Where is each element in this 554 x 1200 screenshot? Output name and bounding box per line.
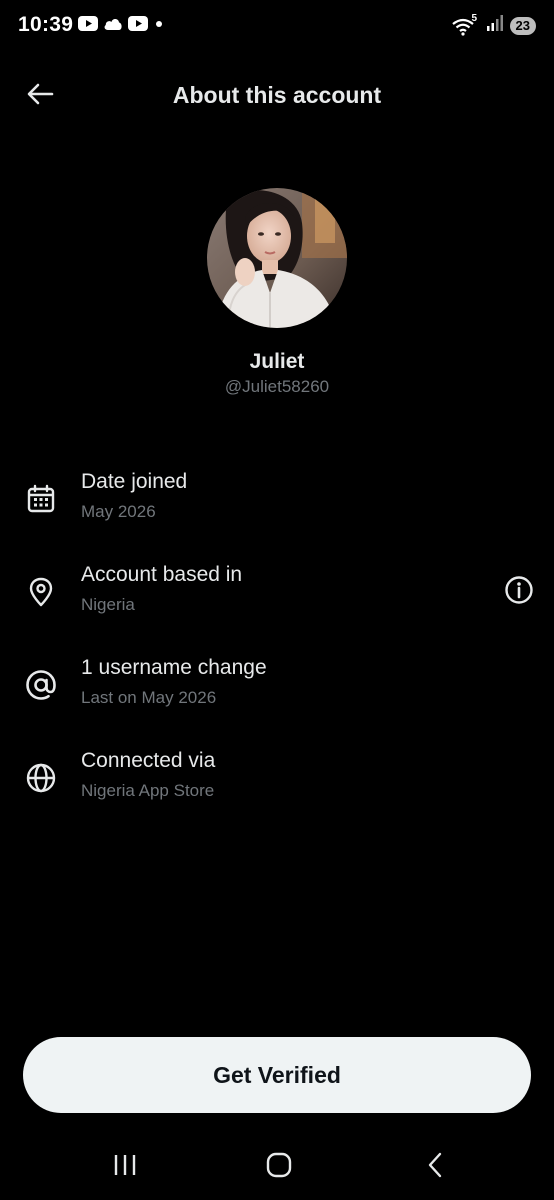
recents-icon xyxy=(112,1153,138,1182)
info-subtitle: May 2026 xyxy=(81,502,156,521)
info-row-account-based-in: Account based in Nigeria xyxy=(0,563,554,633)
dot-icon xyxy=(153,17,165,35)
page-title: About this account xyxy=(172,82,382,108)
system-back-button[interactable] xyxy=(413,1149,457,1185)
info-subtitle: Nigeria xyxy=(81,595,135,614)
globe-icon xyxy=(24,761,58,795)
notification-icons xyxy=(78,16,165,36)
battery-icon: 23 xyxy=(509,16,536,35)
info-icon xyxy=(504,575,534,610)
status-bar: 10:39 5 23 xyxy=(0,0,554,52)
info-title: Account based in xyxy=(81,563,243,586)
back-icon xyxy=(425,1151,445,1184)
avatar[interactable] xyxy=(207,188,347,328)
username-handle: @Juliet58260 xyxy=(224,377,330,396)
info-row-connected-via: Connected via Nigeria App Store xyxy=(0,749,554,819)
info-title: Date joined xyxy=(81,470,188,493)
system-icons: 5 23 xyxy=(451,12,536,37)
info-title: Connected via xyxy=(81,749,216,772)
at-sign-icon xyxy=(24,668,58,702)
display-name: Juliet xyxy=(249,350,305,373)
header: About this account xyxy=(0,70,554,122)
info-row-date-joined: Date joined May 2026 xyxy=(0,470,554,540)
location-pin-icon xyxy=(24,575,58,609)
signal-icon xyxy=(486,14,504,37)
home-icon xyxy=(265,1151,293,1184)
info-row-username-change: 1 username change Last on May 2026 xyxy=(0,656,554,726)
avatar-image xyxy=(207,188,347,328)
get-verified-button[interactable]: Get Verified xyxy=(23,1037,531,1113)
info-subtitle: Nigeria App Store xyxy=(81,781,215,800)
calendar-icon xyxy=(24,482,58,516)
info-subtitle: Last on May 2026 xyxy=(81,688,217,707)
status-time: 10:39 xyxy=(18,13,74,36)
wifi-label: 5 xyxy=(471,12,478,24)
recents-button[interactable] xyxy=(103,1149,147,1185)
info-title: 1 username change xyxy=(81,656,267,679)
home-button[interactable] xyxy=(257,1149,301,1185)
navigation-bar xyxy=(0,1135,554,1200)
cloud-icon xyxy=(103,17,123,36)
youtube-icon xyxy=(128,16,148,36)
wifi-icon: 5 xyxy=(451,12,480,36)
youtube-icon xyxy=(78,16,98,36)
account-location-info-button[interactable] xyxy=(502,575,536,609)
